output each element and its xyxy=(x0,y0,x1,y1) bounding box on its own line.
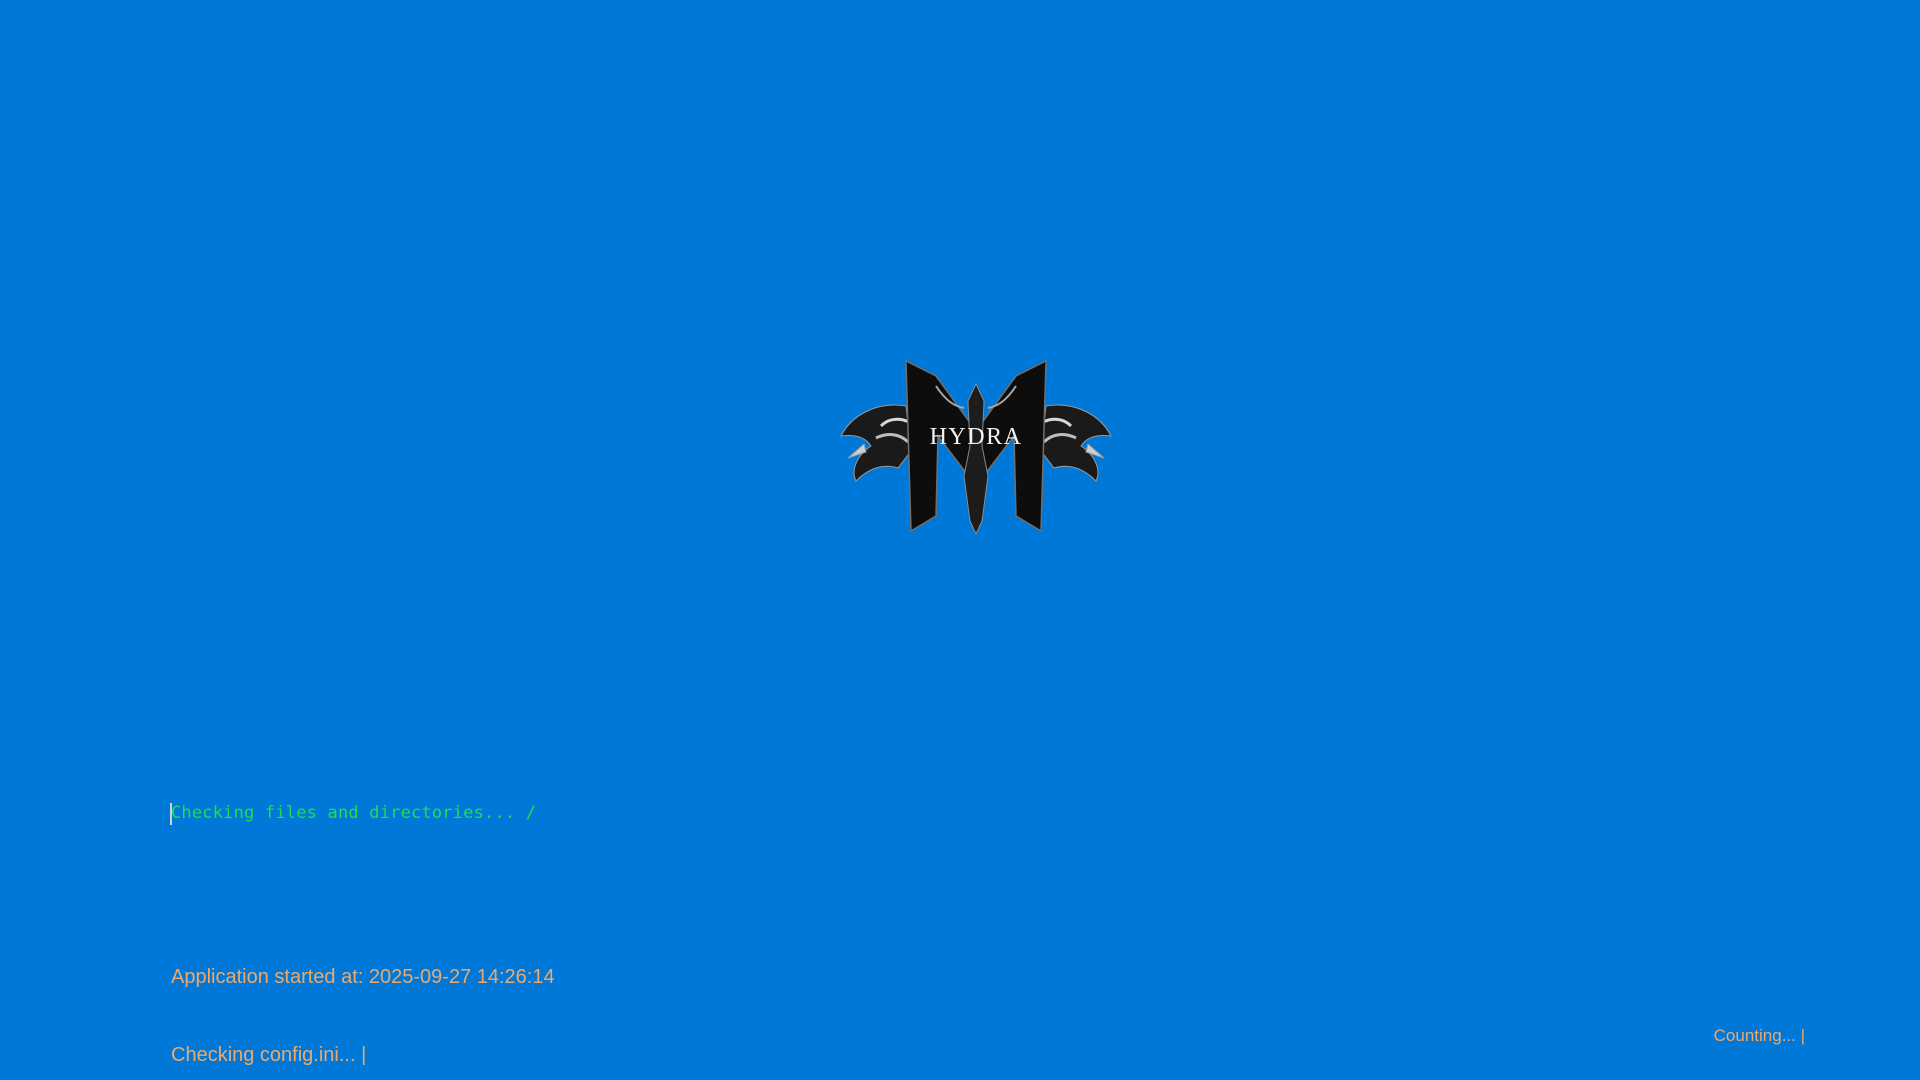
counter-status: Counting... | xyxy=(1713,1026,1805,1045)
startup-log: Application started at: 2025-09-27 14:26… xyxy=(171,912,555,1080)
hydra-logo-icon: HYDRA xyxy=(836,356,1116,536)
status-line: Checking files and directories... / xyxy=(171,803,537,823)
logo-text: HYDRA xyxy=(930,424,1023,450)
log-line-config: Checking config.ini... | xyxy=(171,1044,367,1066)
log-line-started: Application started at: 2025-09-27 14:26… xyxy=(171,966,555,988)
